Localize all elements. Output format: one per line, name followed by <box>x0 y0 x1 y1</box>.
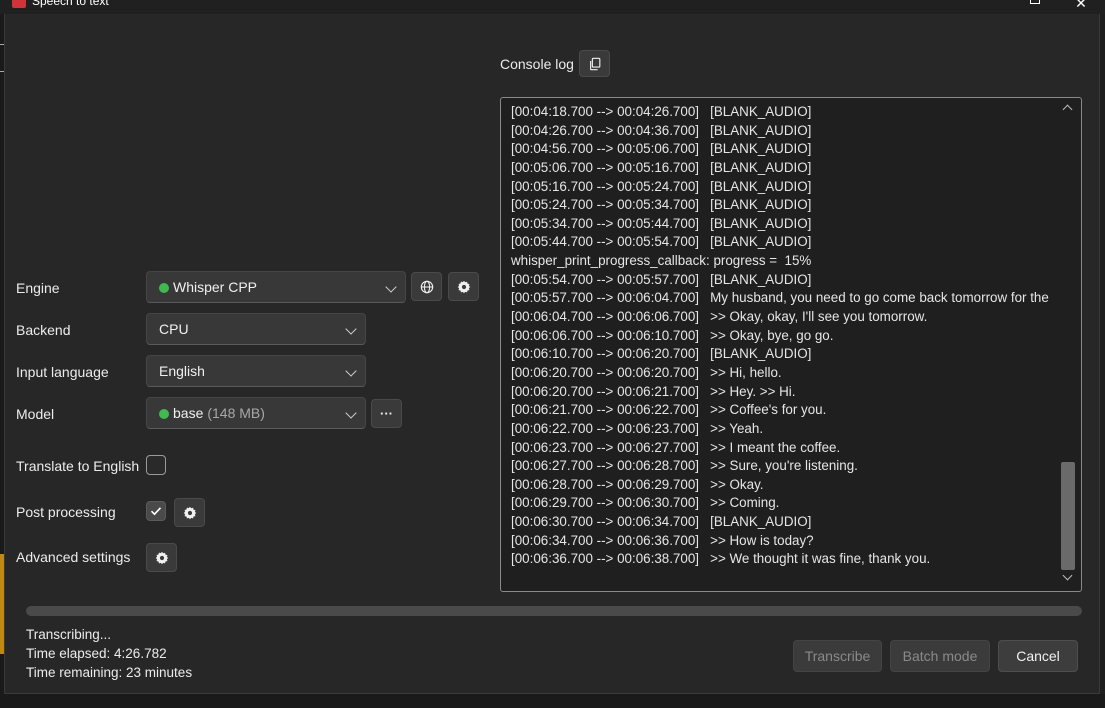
advanced-settings-label: Advanced settings <box>16 549 131 565</box>
gear-icon <box>183 506 196 519</box>
copy-icon <box>589 57 600 70</box>
console-log-line: [00:05:57.700 --> 00:06:04.700] My husba… <box>511 290 1049 306</box>
chevron-down-icon <box>345 407 357 419</box>
globe-icon <box>420 280 433 293</box>
title-bar: Speech to text ✕ <box>0 0 1105 14</box>
model-value: base <box>173 405 204 421</box>
time-remaining: Time remaining: 23 minutes <box>26 665 193 680</box>
model-more-button[interactable]: ··· <box>371 399 402 428</box>
console-log-line: [00:06:04.700 --> 00:06:06.700] >> Okay,… <box>511 309 928 325</box>
scroll-down-icon[interactable] <box>1062 570 1073 581</box>
console-log-line: [00:06:36.700 --> 00:06:38.700] >> We th… <box>511 551 931 567</box>
console-log-line: [00:06:29.700 --> 00:06:30.700] >> Comin… <box>511 495 780 511</box>
post-processing-label: Post processing <box>16 504 116 520</box>
post-processing-checkbox[interactable] <box>146 501 166 521</box>
console-log-line: [00:04:26.700 --> 00:04:36.700] [BLANK_A… <box>511 122 812 138</box>
console-log-line: [00:04:18.700 --> 00:04:26.700] [BLANK_A… <box>511 104 812 119</box>
engine-value: Whisper CPP <box>173 279 258 295</box>
batch-mode-button[interactable]: Batch mode <box>890 640 990 672</box>
console-log-line: [00:04:56.700 --> 00:05:06.700] [BLANK_A… <box>511 141 812 157</box>
console-log-line: [00:06:06.700 --> 00:06:10.700] >> Okay,… <box>511 327 834 343</box>
console-log-line: [00:06:30.700 --> 00:06:34.700] [BLANK_A… <box>511 514 812 530</box>
cancel-button[interactable]: Cancel <box>998 640 1078 672</box>
engine-status-dot <box>159 283 169 293</box>
maximize-icon <box>1030 0 1040 4</box>
model-label: Model <box>16 406 55 422</box>
console-log-line: [00:05:24.700 --> 00:05:34.700] [BLANK_A… <box>511 197 812 213</box>
input-language-select[interactable]: English <box>146 355 366 387</box>
console-log-line: [00:06:21.700 --> 00:06:22.700] >> Coffe… <box>511 402 827 418</box>
console-log-line: [00:05:34.700 --> 00:05:44.700] [BLANK_A… <box>511 215 812 231</box>
input-language-label: Input language <box>16 364 109 380</box>
model-select[interactable]: base (148 MB) <box>146 397 366 429</box>
backend-label: Backend <box>16 322 71 338</box>
engine-label: Engine <box>16 280 60 296</box>
console-log-line: [00:06:10.700 --> 00:06:20.700] [BLANK_A… <box>511 346 812 362</box>
more-icon: ··· <box>380 406 393 421</box>
chevron-down-icon <box>345 365 357 377</box>
console-log-line: [00:06:20.700 --> 00:06:21.700] >> Hey. … <box>511 383 796 399</box>
console-log-line: [00:06:27.700 --> 00:06:28.700] >> Sure,… <box>511 458 858 474</box>
progress-fill <box>26 606 1082 616</box>
progress-bar <box>26 606 1082 616</box>
transcribe-button[interactable]: Transcribe <box>793 640 882 672</box>
window-title: Speech to text <box>32 0 109 8</box>
model-size: (148 MB) <box>207 405 265 421</box>
post-processing-settings-button[interactable] <box>174 498 205 527</box>
console-log-line: [00:05:16.700 --> 00:05:24.700] [BLANK_A… <box>511 178 812 194</box>
console-log-line: [00:06:23.700 --> 00:06:27.700] >> I mea… <box>511 439 841 455</box>
model-status-dot <box>159 409 169 419</box>
console-log-line: [00:06:22.700 --> 00:06:23.700] >> Yeah. <box>511 420 764 436</box>
close-icon: ✕ <box>1075 0 1087 11</box>
console-log-line: [00:06:20.700 --> 00:06:20.700] >> Hi, h… <box>511 364 782 380</box>
maximize-button[interactable] <box>1012 0 1058 14</box>
copy-log-button[interactable] <box>579 50 610 77</box>
app-icon <box>12 0 26 8</box>
checkmark-icon <box>150 507 162 516</box>
engine-settings-button[interactable] <box>448 272 479 301</box>
advanced-settings-button[interactable] <box>146 543 177 572</box>
console-log-line: whisper_print_progress_callback: progres… <box>511 253 812 269</box>
chevron-down-icon <box>345 323 357 335</box>
console-log-line: [00:06:34.700 --> 00:06:36.700] >> How i… <box>511 532 814 548</box>
gear-icon <box>457 280 470 293</box>
translate-label: Translate to English <box>16 458 140 474</box>
console-log-line: [00:05:44.700 --> 00:05:54.700] [BLANK_A… <box>511 234 812 250</box>
engine-language-button[interactable] <box>411 272 442 301</box>
console-log-lines: [00:04:18.700 --> 00:04:26.700] [BLANK_A… <box>511 103 1063 569</box>
backend-select[interactable]: CPU <box>146 313 366 345</box>
translate-checkbox[interactable] <box>146 455 166 475</box>
engine-select[interactable]: Whisper CPP <box>146 271 406 303</box>
time-elapsed: Time elapsed: 4:26.782 <box>26 646 167 661</box>
input-language-value: English <box>159 363 205 379</box>
console-scrollbar-thumb[interactable] <box>1061 462 1075 570</box>
status-text: Transcribing... <box>26 627 112 642</box>
console-log-label: Console log <box>500 56 574 72</box>
console-log-line: [00:05:54.700 --> 00:05:57.700] [BLANK_A… <box>511 271 812 287</box>
close-button[interactable]: ✕ <box>1058 0 1104 14</box>
backend-value: CPU <box>159 321 189 337</box>
console-log-line: [00:05:06.700 --> 00:05:16.700] [BLANK_A… <box>511 159 812 175</box>
gear-icon <box>155 551 168 564</box>
console-log-area[interactable]: [00:04:18.700 --> 00:04:26.700] [BLANK_A… <box>500 97 1082 592</box>
scroll-up-icon[interactable] <box>1062 104 1073 115</box>
console-log-line: [00:06:28.700 --> 00:06:29.700] >> Okay. <box>511 476 764 492</box>
background-bottom <box>0 694 1105 708</box>
chevron-down-icon <box>385 281 397 293</box>
